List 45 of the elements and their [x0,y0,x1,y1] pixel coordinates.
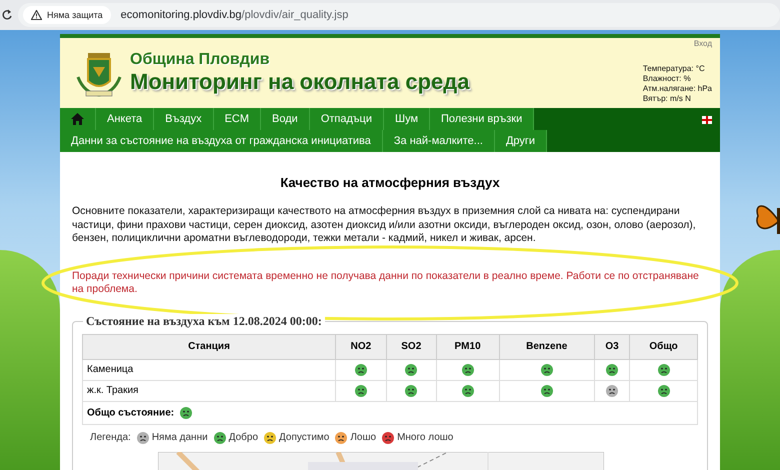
nav-link[interactable]: Полезни връзки [430,108,534,130]
security-chip[interactable]: Няма защита [23,6,111,24]
home-button[interactable] [60,108,96,130]
column-header: Общо [630,334,698,359]
site-title: Мониторинг на околната среда [130,69,471,95]
legend-label: Легенда: [90,432,131,443]
address-bar[interactable]: Няма защита ecomonitoring.plovdiv.bg/plovdiv/air_quality.jsp [18,3,780,27]
notice-paragraph: Поради технически причини системата временно не получава данни по показатели в реално време. Работи се по отстраняване на проблема. [72,270,700,296]
table-cell: Каменица [82,359,336,380]
legend-item: Много лошо [397,432,454,443]
table-cell: ж.к. Тракия [82,380,336,401]
intro-paragraph: Основните показатели, характеризиращи качеството на атмосферния въздух в приземния слой са нивата на: суспендирани частици, фини прахови частици, серен диоксид, азотен диоксид и/или азотни оксиди, въглероден оксид, озон, олово (аерозол), бензен, полициклични ароматни въглеводороди, тежки метали - кадмий, никел и живак, арсен. [72,205,697,246]
weather-reading: Атм.налягане: hPa [642,84,712,94]
nav-link[interactable]: Води [261,108,310,130]
nav-link[interactable]: Въздух [154,108,214,130]
legend-item: Добро [228,432,258,443]
status-title: Състояние на въздуха към 12.08.2024 00:00: [83,314,325,328]
nav-link[interactable]: Шум [384,108,430,130]
url-text: ecomonitoring.plovdiv.bg/plovdiv/air_quality.jsp [120,9,348,21]
legend-item: Лошо [350,432,376,443]
home-icon [71,113,84,125]
nav-link[interactable]: ECM [214,108,262,130]
reload-icon[interactable] [2,9,12,21]
nav-link[interactable]: Анкета [96,108,154,130]
nav-link[interactable]: Данни за състояние на въздуха от гражданска инициатива [60,130,383,152]
legend-item: Няма данни [152,432,208,443]
weather-reading: Влажност: % [642,74,692,84]
municipality-name: Община Пловдив [130,51,271,69]
nav-link[interactable]: Други [494,130,548,152]
column-header: Benzene [499,334,594,359]
warning-icon [31,10,42,20]
login-link[interactable]: Вход [694,38,712,48]
column-header: PM10 [436,334,500,359]
nav-link[interactable]: За най-малките... [382,130,495,152]
nav-link[interactable]: Отпадъци [310,108,384,130]
flag-icon[interactable] [702,116,712,124]
legend-item: Допустимо [279,432,330,443]
column-header: O3 [594,334,630,359]
column-header: NO2 [336,334,386,359]
overall-label: Общо състояние: [87,407,174,418]
column-header: SO2 [386,334,436,359]
page-heading: Качество на атмосферния въздух [279,174,501,192]
weather-reading: Вятър: m/s N [642,94,692,104]
column-header: Станция [82,334,336,359]
weather-reading: Температура: °C [642,64,706,74]
